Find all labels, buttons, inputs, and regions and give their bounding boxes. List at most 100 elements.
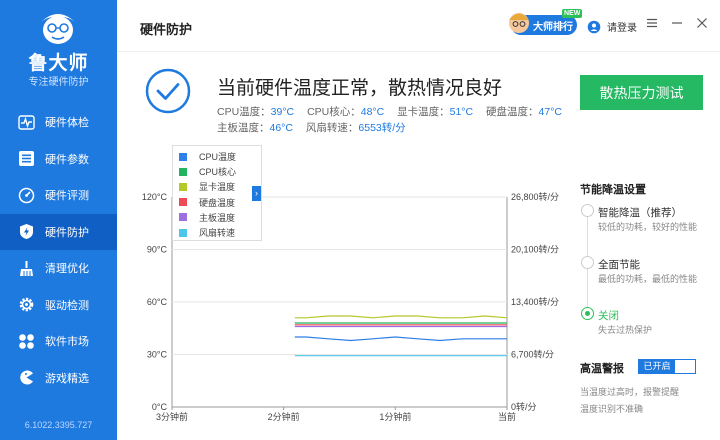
gpu-temp-value: 51°C [449, 106, 474, 118]
option-full-energy-saving-desc: 最低的功耗，最低的性能 [598, 274, 698, 284]
menu-icon[interactable] [645, 17, 659, 31]
user-shield-icon [587, 20, 601, 33]
sidebar-item-label: 硬件防护 [45, 226, 89, 239]
legend-item-cpu-core[interactable]: CPU核心 [179, 164, 255, 179]
apps-icon [18, 333, 35, 350]
alert-desc-1: 当温度过高时，报警提醒 [580, 387, 680, 397]
radio-full-energy-saving[interactable] [581, 256, 594, 269]
x-tick-label: 当前 [498, 411, 516, 422]
high-temp-alert-toggle[interactable]: 已开启 [638, 359, 696, 374]
legend-item-fan-speed[interactable]: 风扇转速 [179, 225, 255, 240]
list-icon [18, 150, 35, 167]
pacman-icon [18, 369, 35, 386]
legend-label: 硬盘温度 [199, 197, 236, 208]
gauge-icon [18, 187, 35, 204]
fan-speed-value: 6553转/分 [358, 122, 406, 134]
y-tick-label-left: 0°C [152, 402, 168, 412]
legend-swatch [179, 167, 187, 176]
radio-smart-cooling[interactable] [581, 204, 594, 217]
check-circle-icon [145, 68, 191, 114]
legend-item-gpu-temp[interactable]: 显卡温度 [179, 179, 255, 194]
broom-icon [18, 260, 35, 277]
sidebar-item-label: 硬件参数 [45, 153, 89, 166]
y-tick-label-right: 26,800转/分 [511, 191, 559, 202]
sidebar-item-software-market[interactable]: 软件市场 [0, 323, 117, 360]
option-off-desc: 失去过热保护 [598, 325, 653, 335]
sidebar-item-hardware-benchmark[interactable]: 硬件评测 [0, 177, 117, 214]
board-temp-label: 主板温度： [217, 122, 270, 134]
legend-item-disk-temp[interactable]: 硬盘温度 [179, 195, 255, 210]
legend-swatch [179, 182, 187, 191]
series-line-2 [294, 315, 508, 319]
legend-item-board-temp[interactable]: 主板温度 [179, 210, 255, 225]
sidebar-item-label: 硬件体检 [45, 117, 89, 130]
disk-temp-value: 47°C [538, 106, 562, 118]
gpu-temp-label: 显卡温度： [397, 106, 450, 118]
sidebar-nav: 硬件体检 硬件参数 硬件评测 硬件防护 清理优化 驱动检测 软件市场 游戏精选 [0, 104, 117, 396]
master-rank-button[interactable]: 大师排行 [509, 13, 577, 35]
option-off-label[interactable]: 关闭 [598, 308, 619, 323]
sidebar-item-label: 硬件评测 [45, 190, 89, 203]
legend-swatch [179, 228, 187, 237]
fan-speed-label: 风扇转速： [305, 122, 359, 134]
sidebar-item-cleanup[interactable]: 清理优化 [0, 250, 117, 287]
legend-label: CPU核心 [199, 167, 237, 178]
y-tick-label-right: 6,700转/分 [511, 349, 554, 360]
sidebar: 鲁大师 专注硬件防护 硬件体检 硬件参数 硬件评测 硬件防护 清理优化 驱动检测 [0, 0, 117, 440]
legend-swatch [179, 152, 187, 161]
y-tick-label-right: 20,100转/分 [511, 244, 559, 255]
login-link[interactable]: 请登录 [587, 19, 637, 34]
avatar-icon [509, 13, 529, 33]
cpu-core-label: CPU核心： [307, 106, 361, 118]
lightning-shield-icon [18, 223, 35, 240]
temperature-summary: CPU温度：39°C CPU核心：48°C 显卡温度：51°C 硬盘温度：47°… [217, 104, 562, 136]
stress-test-button[interactable]: 散热压力测试 [580, 75, 703, 110]
legend-label: 显卡温度 [199, 182, 236, 193]
sidebar-item-label: 驱动检测 [45, 299, 89, 312]
top-bar: 硬件防护 大师排行 NEW 请登录 [117, 0, 720, 52]
gear-icon [18, 296, 35, 313]
legend-label: 主板温度 [199, 212, 236, 223]
ludashi-mascot-logo [41, 14, 75, 44]
status-title: 当前硬件温度正常，散热情况良好 [217, 78, 503, 99]
close-icon[interactable] [695, 17, 709, 31]
sidebar-item-label: 游戏精选 [45, 372, 89, 385]
legend-swatch [179, 198, 187, 207]
legend-collapse-toggle[interactable]: › [252, 186, 261, 201]
page-title: 硬件防护 [140, 22, 193, 37]
sidebar-item-game-picks[interactable]: 游戏精选 [0, 360, 117, 397]
disk-temp-label: 硬盘温度： [486, 106, 539, 118]
version-text: 6.1022.3395.727 [24, 420, 93, 430]
cpu-temp-value: 39°C [270, 106, 295, 118]
sidebar-item-hardware-checkup[interactable]: 硬件体检 [0, 104, 117, 141]
series-line-0 [294, 336, 507, 342]
brand-name: 鲁大师 [28, 53, 89, 74]
sidebar-item-label: 清理优化 [45, 263, 89, 276]
chart-legend: CPU温度 CPU核心 显卡温度 硬盘温度 主板温度 风扇转速 [172, 145, 262, 241]
login-label: 请登录 [607, 23, 637, 34]
y-tick-label-left: 30°C [147, 350, 168, 360]
sidebar-item-driver-check[interactable]: 驱动检测 [0, 287, 117, 324]
y-tick-label-left: 60°C [147, 297, 168, 307]
new-badge: NEW [562, 9, 583, 18]
x-tick-label: 3分钟前 [156, 411, 188, 422]
energy-settings-title: 节能降温设置 [580, 184, 646, 196]
option-smart-cooling-label[interactable]: 智能降温（推荐） [598, 205, 682, 220]
y-tick-label-right: 0转/分 [511, 401, 537, 412]
legend-label: 风扇转速 [199, 228, 236, 239]
brand-slogan: 专注硬件防护 [28, 77, 89, 88]
sidebar-item-label: 软件市场 [45, 336, 89, 349]
sidebar-item-hardware-params[interactable]: 硬件参数 [0, 141, 117, 178]
x-tick-label: 2分钟前 [268, 411, 300, 422]
legend-label: CPU温度 [199, 152, 237, 163]
minimize-icon[interactable] [670, 17, 684, 31]
legend-item-cpu-temp[interactable]: CPU温度 [179, 149, 255, 164]
y-tick-label-left: 90°C [147, 245, 168, 255]
board-temp-value: 46°C [269, 122, 293, 134]
sidebar-item-hardware-protection[interactable]: 硬件防护 [0, 213, 117, 250]
option-full-energy-saving-label[interactable]: 全面节能 [598, 257, 640, 272]
master-rank-label: 大师排行 [533, 21, 573, 33]
cpu-core-value: 48°C [360, 106, 385, 118]
high-temp-alert-title: 高温警报 [580, 363, 624, 375]
radio-off[interactable] [581, 307, 594, 320]
